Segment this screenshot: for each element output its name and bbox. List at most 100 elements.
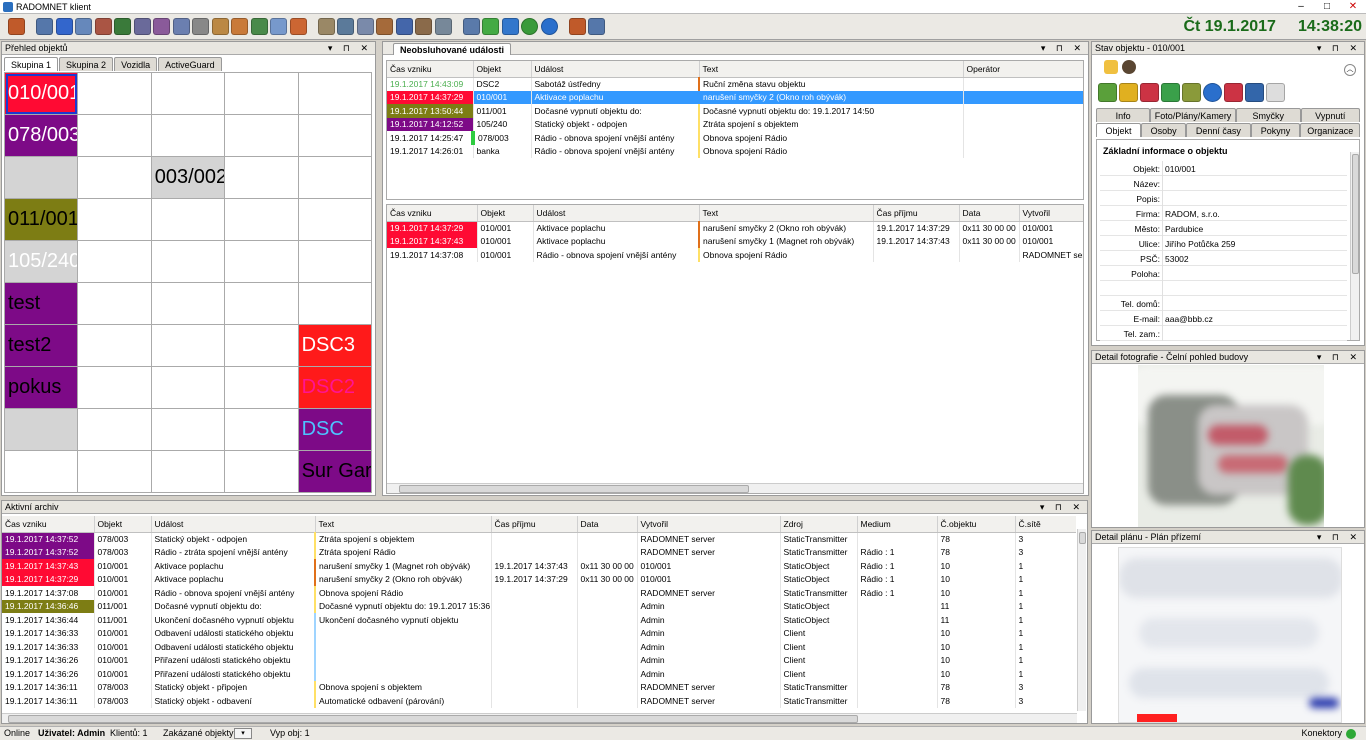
column-header[interactable]: Čas vzniku	[2, 516, 95, 533]
table-row[interactable]: 19.1.2017 14:37:08 010/001 Rádio - obnova …	[387, 248, 1083, 262]
field-value[interactable]	[1162, 296, 1347, 311]
column-header[interactable]: Medium	[857, 516, 938, 533]
table-row[interactable]: 19.1.2017 14:37:43 010/001 Aktivace poplac…	[387, 234, 1083, 248]
table-row[interactable]: 19.1.2017 14:12:52 105/240 Statický objekt…	[387, 117, 1083, 131]
object-cell[interactable]	[78, 451, 152, 493]
book2-icon[interactable]	[75, 18, 92, 35]
print-icon[interactable]	[482, 18, 499, 35]
table-row[interactable]: 19.1.2017 14:36:11 078/003 Statický objekt…	[2, 694, 1076, 708]
table-row[interactable]: 19.1.2017 14:37:43 010/001 Aktivace poplac…	[2, 559, 1076, 573]
object-cell[interactable]	[298, 157, 372, 199]
column-header[interactable]: Čas příjmu	[873, 205, 960, 222]
settings-icon[interactable]	[289, 18, 307, 35]
column-header[interactable]: Vytvořil	[1019, 205, 1083, 222]
object-cell[interactable]: 078/003	[5, 115, 79, 157]
tab-denni-casy[interactable]: Denní časy	[1186, 123, 1251, 137]
vertical-scrollbar[interactable]	[1077, 529, 1086, 711]
forbidden-objects-dropdown[interactable]: ▾	[234, 728, 252, 739]
column-header[interactable]: Zdroj	[780, 516, 858, 533]
object-cell[interactable]: 003/002	[151, 157, 226, 199]
tab-skupina-1[interactable]: Skupina 1	[4, 57, 59, 71]
table-row[interactable]: 19.1.2017 14:36:11 078/003 Statický objekt…	[2, 680, 1076, 694]
scroll-thumb[interactable]	[399, 485, 749, 493]
lock-icon[interactable]	[1104, 60, 1118, 74]
field-value[interactable]	[1162, 176, 1347, 191]
object-cell[interactable]	[225, 115, 299, 157]
table-row[interactable]: 19.1.2017 14:36:26 010/001 Přiřazení událo…	[2, 653, 1076, 667]
object-cell[interactable]: test	[5, 283, 79, 325]
horizontal-scrollbar[interactable]	[387, 483, 1083, 493]
star-icon[interactable]	[317, 18, 335, 35]
field-value[interactable]: RADOM, s.r.o.	[1162, 206, 1347, 221]
tab-objekt[interactable]: Objekt	[1096, 123, 1142, 137]
checklist-icon[interactable]	[1266, 83, 1285, 102]
object-cell[interactable]	[225, 157, 299, 199]
object-cell[interactable]	[78, 199, 152, 241]
cancel-alarm-icon[interactable]	[1224, 83, 1243, 102]
vertical-scrollbar[interactable]	[1350, 152, 1359, 340]
table-row[interactable]: 19.1.2017 14:36:44 011/001 Ukončení dočasn…	[2, 613, 1076, 627]
home-icon[interactable]	[94, 18, 112, 35]
group-icon[interactable]	[153, 18, 170, 35]
object-cell[interactable]: Sur Gard	[298, 451, 372, 493]
tab-smycky[interactable]: Smyčky	[1235, 108, 1301, 122]
object-cell[interactable]	[5, 409, 79, 451]
object-cell[interactable]	[298, 241, 372, 283]
object-cell[interactable]	[78, 325, 152, 367]
object-cell[interactable]	[225, 451, 299, 493]
field-value[interactable]	[1162, 326, 1347, 341]
package-icon[interactable]	[434, 18, 452, 35]
edit-icon[interactable]	[462, 18, 480, 35]
object-cell[interactable]	[225, 199, 299, 241]
column-header[interactable]: Objekt	[477, 205, 534, 222]
panel-buttons[interactable]: ▾ ⊓ ✕	[1317, 42, 1361, 55]
object-cell[interactable]	[78, 283, 152, 325]
report-icon[interactable]	[211, 18, 229, 35]
tab-info[interactable]: Info	[1096, 108, 1151, 122]
column-header[interactable]: Data	[577, 516, 638, 533]
object-cell[interactable]	[5, 157, 79, 199]
object-cell[interactable]	[225, 241, 299, 283]
field-value[interactable]: 010/001	[1162, 161, 1347, 176]
panel-buttons[interactable]: ▾ ⊓ ✕	[328, 42, 372, 55]
column-header[interactable]: Vytvořil	[637, 516, 781, 533]
object-cell[interactable]	[298, 283, 372, 325]
panel-buttons[interactable]: ▾ ⊓ ✕	[1317, 351, 1361, 364]
table-row[interactable]: 19.1.2017 14:37:29 010/001 Aktivace poplac…	[2, 572, 1076, 586]
document-icon[interactable]	[172, 18, 190, 35]
object-cell[interactable]	[151, 283, 226, 325]
moon-icon[interactable]	[415, 18, 432, 35]
table-row[interactable]: 19.1.2017 14:36:26 010/001 Přiřazení událo…	[2, 667, 1076, 681]
mail-icon[interactable]	[376, 18, 393, 35]
object-cell[interactable]	[225, 325, 299, 367]
globe-icon[interactable]	[250, 18, 268, 35]
column-header[interactable]: Objekt	[94, 516, 152, 533]
object-cell[interactable]	[151, 367, 226, 409]
object-cell[interactable]	[225, 367, 299, 409]
chart-icon[interactable]	[568, 18, 586, 35]
export-icon[interactable]	[231, 18, 248, 35]
collapse-icon[interactable]: ︿	[1344, 64, 1356, 76]
object-cell[interactable]	[78, 73, 152, 115]
table-row[interactable]: 19.1.2017 14:37:29 010/001 Aktivace poplac…	[387, 221, 1083, 235]
table-row[interactable]: 19.1.2017 14:37:29 010/001 Aktivace poplac…	[387, 90, 1083, 104]
object-cell[interactable]	[298, 199, 372, 241]
objects-icon[interactable]	[36, 18, 53, 35]
column-header[interactable]: Č.objektu	[937, 516, 1016, 533]
field-value[interactable]	[1162, 281, 1347, 296]
panel-buttons[interactable]: ▾ ⊓ ✕	[1040, 501, 1084, 514]
table-row[interactable]: 19.1.2017 14:36:33 010/001 Odbavení událos…	[2, 640, 1076, 654]
minimize-button[interactable]: –	[1288, 0, 1314, 14]
disarm-icon[interactable]	[1119, 83, 1138, 102]
info-icon[interactable]	[192, 18, 209, 35]
column-header[interactable]: Čas vzniku	[387, 61, 474, 78]
column-header[interactable]: Čas příjmu	[491, 516, 578, 533]
table-row[interactable]: 19.1.2017 14:25:47 078/003 Rádio - obnova …	[387, 131, 1083, 145]
object-cell[interactable]: pokus	[5, 367, 79, 409]
object-cell[interactable]	[225, 409, 299, 451]
object-cell[interactable]	[151, 73, 226, 115]
object-cell[interactable]	[78, 157, 152, 199]
tab-vozidla[interactable]: Vozidla	[114, 57, 158, 71]
object-cell[interactable]	[225, 73, 299, 115]
table-row[interactable]: 19.1.2017 14:36:46 011/001 Dočasné vypnutí…	[2, 599, 1076, 613]
